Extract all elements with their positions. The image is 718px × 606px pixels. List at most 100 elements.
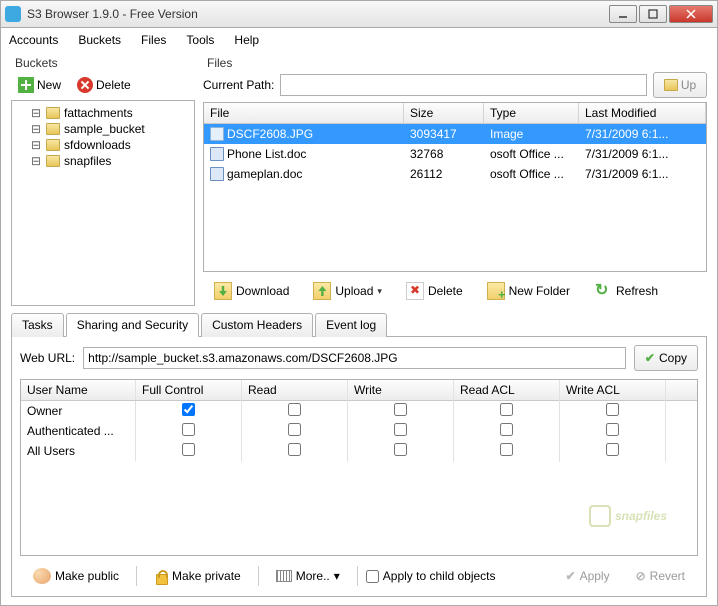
bucket-item[interactable]: ⊟fattachments xyxy=(16,105,190,121)
close-button[interactable] xyxy=(669,5,713,23)
bucket-item[interactable]: ⊟sfdownloads xyxy=(16,137,190,153)
acl-col-user[interactable]: User Name xyxy=(21,380,136,400)
separator xyxy=(258,566,259,586)
plus-icon xyxy=(18,77,34,93)
file-row[interactable]: Phone List.doc32768osoft Office ...7/31/… xyxy=(204,144,706,164)
expander-icon[interactable]: ⊟ xyxy=(30,122,42,136)
acl-writeacl-checkbox[interactable] xyxy=(606,403,619,416)
buckets-label: Buckets xyxy=(11,56,195,70)
apply-to-child-checkbox[interactable]: Apply to child objects xyxy=(366,569,496,583)
refresh-button[interactable]: Refresh xyxy=(585,278,667,304)
expander-icon[interactable]: ⊟ xyxy=(30,106,42,120)
new-folder-label: New Folder xyxy=(509,284,570,298)
bucket-item[interactable]: ⊟sample_bucket xyxy=(16,121,190,137)
make-public-label: Make public xyxy=(55,569,119,583)
acl-writeacl-checkbox[interactable] xyxy=(606,443,619,456)
dropdown-arrow-icon: ▾ xyxy=(377,286,382,297)
menu-accounts[interactable]: Accounts xyxy=(9,33,58,47)
acl-read-checkbox[interactable] xyxy=(288,403,301,416)
window-title: S3 Browser 1.9.0 - Free Version xyxy=(27,7,609,21)
upload-button[interactable]: Upload▾ xyxy=(304,278,391,304)
acl-row: All Users xyxy=(21,441,697,461)
acl-readacl-checkbox[interactable] xyxy=(500,443,513,456)
folder-icon xyxy=(46,139,60,151)
copy-url-button[interactable]: ✔ Copy xyxy=(634,345,698,371)
folder-up-icon xyxy=(664,79,678,91)
col-header-type[interactable]: Type xyxy=(484,103,579,123)
download-button[interactable]: Download xyxy=(205,278,298,304)
current-path-label: Current Path: xyxy=(203,78,274,92)
revert-button[interactable]: ⊘Revert xyxy=(627,565,694,587)
files-label: Files xyxy=(203,56,707,70)
folder-icon xyxy=(46,123,60,135)
file-row[interactable]: DSCF2608.JPG3093417Image7/31/2009 6:1... xyxy=(204,124,706,144)
path-up-button[interactable]: Up xyxy=(653,72,707,98)
tab-event-log[interactable]: Event log xyxy=(315,313,387,337)
new-folder-button[interactable]: New Folder xyxy=(478,278,579,304)
menubar: Accounts Buckets Files Tools Help xyxy=(0,28,718,52)
acl-readacl-checkbox[interactable] xyxy=(500,403,513,416)
files-table-header: File Size Type Last Modified xyxy=(204,103,706,124)
make-private-button[interactable]: Make private xyxy=(145,565,250,587)
acl-col-readacl[interactable]: Read ACL xyxy=(454,380,560,400)
acl-row: Owner xyxy=(21,401,697,421)
acl-readacl-checkbox[interactable] xyxy=(500,423,513,436)
sharing-bottom-toolbar: Make public Make private More..▾ Apply t… xyxy=(20,556,698,588)
copy-label: Copy xyxy=(659,351,687,365)
expander-icon[interactable]: ⊟ xyxy=(30,154,42,168)
acl-writeacl-checkbox[interactable] xyxy=(606,423,619,436)
current-path-input[interactable] xyxy=(280,74,647,96)
tab-custom-headers[interactable]: Custom Headers xyxy=(201,313,313,337)
file-size: 26112 xyxy=(404,165,484,183)
delete-bucket-button[interactable]: Delete xyxy=(72,74,136,96)
menu-buckets[interactable]: Buckets xyxy=(78,33,121,47)
acl-full-checkbox[interactable] xyxy=(182,403,195,416)
menu-help[interactable]: Help xyxy=(234,33,259,47)
make-public-button[interactable]: Make public xyxy=(24,564,128,588)
maximize-button[interactable] xyxy=(639,5,667,23)
acl-col-full[interactable]: Full Control xyxy=(136,380,242,400)
file-type-icon xyxy=(210,127,224,141)
tab-tasks[interactable]: Tasks xyxy=(11,313,64,337)
revert-icon: ⊘ xyxy=(636,569,646,583)
check-icon: ✔ xyxy=(566,569,576,583)
file-type: Image xyxy=(484,125,579,143)
tab-sharing-security[interactable]: Sharing and Security xyxy=(66,313,199,337)
app-icon xyxy=(5,6,21,22)
check-icon: ✔ xyxy=(645,351,655,365)
col-header-modified[interactable]: Last Modified xyxy=(579,103,706,123)
files-toolbar: Download Upload▾ Delete New Folder Refre… xyxy=(203,272,707,306)
acl-col-write[interactable]: Write xyxy=(348,380,454,400)
file-type: osoft Office ... xyxy=(484,145,579,163)
file-name: Phone List.doc xyxy=(227,147,306,161)
acl-full-checkbox[interactable] xyxy=(182,443,195,456)
menu-files[interactable]: Files xyxy=(141,33,166,47)
buckets-tree[interactable]: ⊟fattachments ⊟sample_bucket ⊟sfdownload… xyxy=(11,100,195,306)
files-table: File Size Type Last Modified DSCF2608.JP… xyxy=(203,102,707,272)
apply-button[interactable]: ✔Apply xyxy=(557,565,619,587)
acl-write-checkbox[interactable] xyxy=(394,423,407,436)
apply-child-cb[interactable] xyxy=(366,570,379,583)
file-row[interactable]: gameplan.doc26112osoft Office ...7/31/20… xyxy=(204,164,706,184)
make-private-label: Make private xyxy=(172,569,241,583)
acl-write-checkbox[interactable] xyxy=(394,443,407,456)
minimize-button[interactable] xyxy=(609,5,637,23)
download-label: Download xyxy=(236,284,289,298)
col-header-size[interactable]: Size xyxy=(404,103,484,123)
web-url-input[interactable] xyxy=(83,347,626,369)
acl-full-checkbox[interactable] xyxy=(182,423,195,436)
expander-icon[interactable]: ⊟ xyxy=(30,138,42,152)
acl-read-checkbox[interactable] xyxy=(288,443,301,456)
acl-col-read[interactable]: Read xyxy=(242,380,348,400)
acl-write-checkbox[interactable] xyxy=(394,403,407,416)
acl-read-checkbox[interactable] xyxy=(288,423,301,436)
acl-col-writeacl[interactable]: Write ACL xyxy=(560,380,666,400)
new-bucket-button[interactable]: New xyxy=(13,74,66,96)
more-button[interactable]: More..▾ xyxy=(267,565,349,587)
col-header-file[interactable]: File xyxy=(204,103,404,123)
menu-tools[interactable]: Tools xyxy=(186,33,214,47)
bucket-item[interactable]: ⊟snapfiles xyxy=(16,153,190,169)
delete-file-button[interactable]: Delete xyxy=(397,278,472,304)
acl-user: Authenticated ... xyxy=(21,421,136,441)
acl-user: Owner xyxy=(21,401,136,421)
